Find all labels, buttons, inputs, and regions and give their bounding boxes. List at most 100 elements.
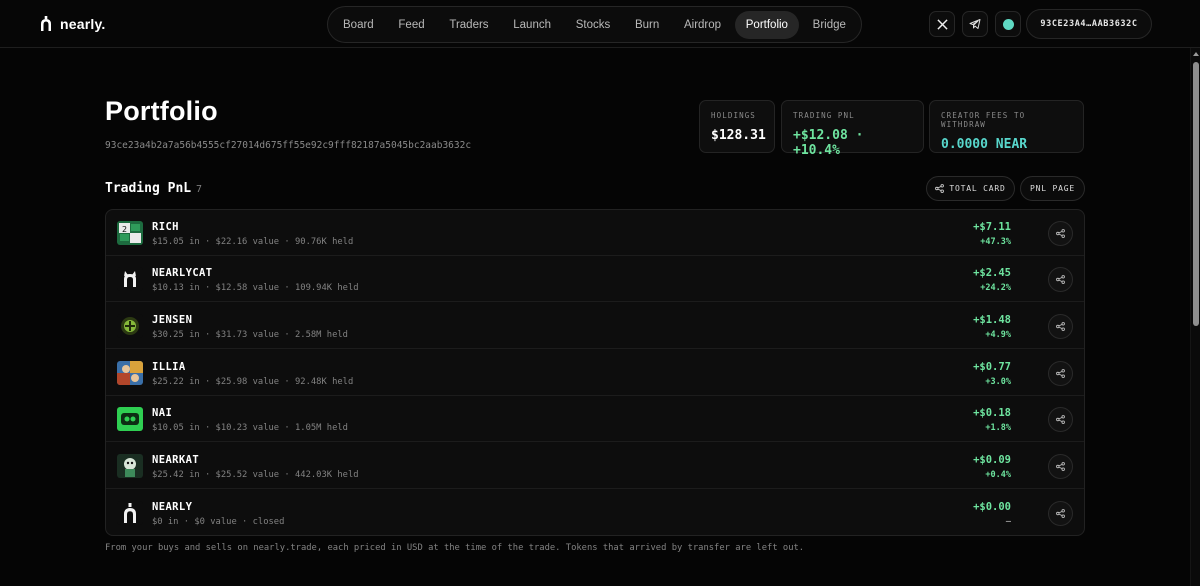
- share-icon: [935, 184, 945, 193]
- status-dot-icon: [1002, 18, 1014, 30]
- brand-link[interactable]: nearly.: [40, 16, 106, 32]
- page-title: Portfolio: [105, 96, 218, 126]
- tab-launch[interactable]: Launch: [502, 11, 562, 39]
- creator-fees-value: 0.0000 NEAR: [941, 137, 1028, 152]
- pnl-amount: +$0.09: [973, 454, 1011, 466]
- share-icon: [1056, 509, 1065, 518]
- nearly-logo-icon: [41, 16, 51, 31]
- wallet-address: 93ce23a4b2a7a56b4555cf27014d675ff55e92c9…: [105, 140, 472, 151]
- token-name: NEARKAT: [152, 454, 200, 466]
- share-icon: [1056, 369, 1065, 378]
- table-row[interactable]: ILLIA $25.22 in · $25.98 value · 92.48K …: [106, 350, 1084, 396]
- share-button[interactable]: [1048, 361, 1073, 386]
- share-button[interactable]: [1048, 267, 1073, 292]
- table-row[interactable]: NEARLYCAT $10.13 in · $12.58 value · 109…: [106, 256, 1084, 302]
- trading-pnl-label: TRADING PNL: [793, 111, 855, 120]
- pnl-amount: +$2.45: [973, 267, 1011, 279]
- share-button[interactable]: [1048, 501, 1073, 526]
- token-avatar: 2: [117, 221, 143, 245]
- svg-text:2: 2: [122, 225, 127, 234]
- brand-name: nearly.: [60, 16, 106, 32]
- holdings-value: $128.31: [711, 128, 766, 143]
- footnote: From your buys and sells on nearly.trade…: [105, 543, 805, 553]
- tab-stocks[interactable]: Stocks: [565, 11, 622, 39]
- token-name: RICH: [152, 221, 179, 233]
- telegram-icon: [969, 19, 981, 29]
- share-icon: [1056, 275, 1065, 284]
- token-meta: $25.22 in · $25.98 value · 92.48K held: [152, 377, 354, 387]
- pnl-percent: +0.4%: [985, 470, 1011, 480]
- token-avatar: [117, 501, 143, 525]
- tab-feed[interactable]: Feed: [387, 11, 435, 39]
- section-count: 7: [196, 184, 203, 195]
- x-social-button[interactable]: [929, 11, 955, 37]
- holdings-label: HOLDINGS: [711, 111, 756, 120]
- share-icon: [1056, 415, 1065, 424]
- pnl-percent: +24.2%: [980, 283, 1011, 293]
- total-card-label: TOTAL CARD: [949, 184, 1006, 193]
- pnl-page-label: PNL PAGE: [1030, 184, 1075, 193]
- trading-pnl-table: 2 RICH $15.05 in · $22.16 value · 90.76K…: [105, 209, 1085, 536]
- pnl-amount: +$7.11: [973, 221, 1011, 233]
- share-icon: [1056, 462, 1065, 471]
- top-bar: nearly. Board Feed Traders Launch Stocks…: [0, 0, 1200, 48]
- token-meta: $0 in · $0 value · closed: [152, 517, 285, 527]
- page-scrollbar[interactable]: [1190, 48, 1200, 586]
- main-nav: Board Feed Traders Launch Stocks Burn Ai…: [327, 6, 862, 43]
- scroll-thumb[interactable]: [1193, 62, 1199, 326]
- trading-pnl-card: TRADING PNL +$12.08 · +10.4%: [781, 100, 924, 158]
- token-name: NEARLY: [152, 501, 193, 513]
- token-avatar: [117, 267, 143, 291]
- telegram-button[interactable]: [962, 11, 988, 37]
- table-row[interactable]: NAI $10.05 in · $10.23 value · 1.05M hel…: [106, 396, 1084, 442]
- token-name: NEARLYCAT: [152, 267, 213, 279]
- token-meta: $10.13 in · $12.58 value · 109.94K held: [152, 283, 359, 293]
- creator-fees-label: CREATOR FEES TO WITHDRAW: [941, 111, 1026, 129]
- token-avatar: [117, 454, 143, 478]
- token-meta: $15.05 in · $22.16 value · 90.76K held: [152, 237, 354, 247]
- table-row[interactable]: 2 RICH $15.05 in · $22.16 value · 90.76K…: [106, 210, 1084, 256]
- token-avatar: [117, 314, 143, 338]
- pnl-amount: +$0.77: [973, 361, 1011, 373]
- pnl-percent: –: [1005, 517, 1011, 527]
- pnl-percent: +47.3%: [980, 237, 1011, 247]
- token-name: JENSEN: [152, 314, 193, 326]
- tab-portfolio[interactable]: Portfolio: [734, 10, 799, 39]
- share-button[interactable]: [1048, 454, 1073, 479]
- trading-pnl-value: +$12.08 · +10.4%: [793, 128, 864, 158]
- pnl-amount: +$0.18: [973, 407, 1011, 419]
- tab-bridge[interactable]: Bridge: [802, 11, 857, 39]
- tab-airdrop[interactable]: Airdrop: [673, 11, 732, 39]
- holdings-card: HOLDINGS $128.31: [699, 100, 775, 153]
- share-button[interactable]: [1048, 314, 1073, 339]
- token-meta: $10.05 in · $10.23 value · 1.05M held: [152, 423, 348, 433]
- pnl-amount: +$0.00: [973, 501, 1011, 513]
- creator-fees-card: CREATOR FEES TO WITHDRAW 0.0000 NEAR: [929, 100, 1084, 153]
- token-avatar: [117, 407, 143, 431]
- wallet-button[interactable]: 93CE23A4…AAB3632C: [1026, 9, 1152, 39]
- tab-board[interactable]: Board: [332, 11, 385, 39]
- share-icon: [1056, 229, 1065, 238]
- tab-traders[interactable]: Traders: [438, 11, 499, 39]
- pnl-percent: +4.9%: [985, 330, 1011, 340]
- section-title: Trading PnL: [105, 181, 192, 196]
- share-button[interactable]: [1048, 221, 1073, 246]
- tab-burn[interactable]: Burn: [624, 11, 670, 39]
- token-name: ILLIA: [152, 361, 186, 373]
- table-row[interactable]: NEARKAT $25.42 in · $25.52 value · 442.0…: [106, 443, 1084, 489]
- token-meta: $30.25 in · $31.73 value · 2.58M held: [152, 330, 348, 340]
- status-button[interactable]: [995, 11, 1021, 37]
- token-avatar: [117, 361, 143, 385]
- table-row[interactable]: JENSEN $30.25 in · $31.73 value · 2.58M …: [106, 303, 1084, 349]
- scroll-up-icon[interactable]: [1193, 52, 1199, 56]
- pnl-percent: +1.8%: [985, 423, 1011, 433]
- token-meta: $25.42 in · $25.52 value · 442.03K held: [152, 470, 359, 480]
- share-icon: [1056, 322, 1065, 331]
- table-row[interactable]: NEARLY $0 in · $0 value · closed +$0.00 …: [106, 490, 1084, 535]
- share-button[interactable]: [1048, 407, 1073, 432]
- pnl-page-button[interactable]: PNL PAGE: [1020, 176, 1085, 201]
- token-name: NAI: [152, 407, 173, 419]
- pnl-amount: +$1.48: [973, 314, 1011, 326]
- total-card-button[interactable]: TOTAL CARD: [926, 176, 1015, 201]
- x-logo-icon: [936, 18, 948, 30]
